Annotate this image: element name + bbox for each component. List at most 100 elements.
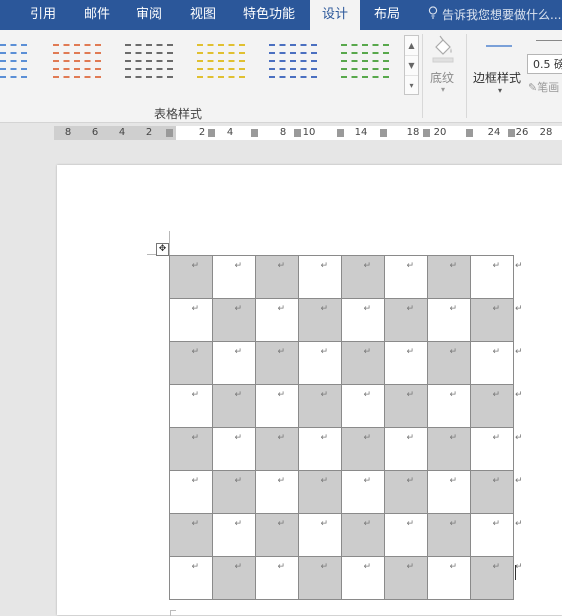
table-cell[interactable]: ↵: [427, 298, 471, 342]
ruler-column-marker[interactable]: [337, 129, 344, 137]
table-cell[interactable]: ↵: [298, 298, 342, 342]
table-cell[interactable]: ↵: [427, 513, 471, 557]
horizontal-ruler[interactable]: 8 6 4 2 2 4 8 10 14 18 20 24 26 28: [54, 126, 562, 140]
table-cell[interactable]: ↵: [427, 470, 471, 514]
table-cell[interactable]: ↵: [212, 298, 256, 342]
paint-bucket-icon[interactable]: [430, 34, 456, 67]
table-cell[interactable]: ↵: [298, 384, 342, 428]
table-style-swatch-2[interactable]: [50, 40, 104, 82]
table-cell[interactable]: ↵: [298, 427, 342, 471]
table-cell[interactable]: ↵: [169, 298, 213, 342]
table-cell[interactable]: ↵: [384, 470, 428, 514]
table-cell[interactable]: ↵: [341, 427, 385, 471]
tab-mailings[interactable]: 邮件: [74, 0, 120, 30]
table-cell[interactable]: ↵: [341, 255, 385, 299]
gallery-more-icon[interactable]: ▾: [405, 76, 418, 95]
gallery-up-icon[interactable]: ▲: [405, 36, 418, 56]
table-cell[interactable]: ↵: [341, 513, 385, 557]
table-cell[interactable]: ↵: [298, 341, 342, 385]
table-cell[interactable]: ↵: [470, 470, 514, 514]
table-cell[interactable]: ↵: [212, 556, 256, 600]
table-cell[interactable]: ↵: [341, 341, 385, 385]
ruler-column-marker[interactable]: [208, 129, 215, 137]
gallery-scroll[interactable]: ▲ ▼ ▾: [404, 35, 419, 95]
table-cell[interactable]: ↵: [255, 341, 299, 385]
tab-review[interactable]: 审阅: [126, 0, 172, 30]
table-cell[interactable]: ↵: [427, 255, 471, 299]
tab-view[interactable]: 视图: [180, 0, 226, 30]
table-cell[interactable]: ↵: [470, 427, 514, 471]
table-cell[interactable]: ↵: [169, 255, 213, 299]
table-cell[interactable]: ↵: [341, 556, 385, 600]
tell-me-search[interactable]: 告诉我您想要做什么...: [428, 0, 561, 30]
table-cell[interactable]: ↵: [384, 341, 428, 385]
table-cell[interactable]: ↵: [384, 384, 428, 428]
table-cell[interactable]: ↵: [255, 255, 299, 299]
table-cell[interactable]: ↵: [384, 255, 428, 299]
document-page[interactable]: ✥ ↵ ↵ ↵ ↵ ↵ ↵ ↵ ↵ ↵ ↵ ↵ ↵ ↵ ↵ ↵ ↵ ↵ ↵ ↵ ↵ ↵ ↵ ↵ ↵ ↵ ↵ ↵ ↵ ↵ ↵ ↵ ↵ ↵ ↵ ↵ ↵ ↵ ↵…: [57, 165, 562, 616]
table-cell[interactable]: ↵: [255, 513, 299, 557]
table-cell[interactable]: ↵: [298, 513, 342, 557]
border-style-button[interactable]: 边框样式: [473, 69, 521, 86]
table-cell[interactable]: ↵: [384, 427, 428, 471]
checkerboard-table[interactable]: ↵ ↵ ↵ ↵ ↵ ↵ ↵ ↵ ↵ ↵ ↵ ↵ ↵ ↵ ↵ ↵ ↵ ↵ ↵ ↵ ↵ ↵ ↵ ↵ ↵ ↵ ↵ ↵ ↵ ↵ ↵ ↵ ↵ ↵ ↵ ↵ ↵ ↵ ↵ ↵…: [169, 255, 514, 600]
table-cell[interactable]: ↵: [298, 470, 342, 514]
table-cell[interactable]: ↵: [169, 384, 213, 428]
table-cell[interactable]: ↵: [384, 298, 428, 342]
table-cell[interactable]: ↵: [298, 255, 342, 299]
line-style-preview[interactable]: [536, 40, 562, 41]
table-cell[interactable]: ↵: [212, 513, 256, 557]
tab-design[interactable]: 设计: [310, 0, 360, 30]
tab-features[interactable]: 特色功能: [236, 0, 302, 30]
table-style-swatch-4[interactable]: [194, 40, 248, 82]
ruler-column-marker[interactable]: [423, 129, 430, 137]
table-cell[interactable]: ↵: [212, 341, 256, 385]
move-handle-icon[interactable]: ✥: [156, 243, 169, 256]
table-cell[interactable]: ↵: [341, 298, 385, 342]
table-cell[interactable]: ↵: [169, 556, 213, 600]
table-cell[interactable]: ↵: [255, 556, 299, 600]
ruler-column-marker[interactable]: [251, 129, 258, 137]
table-cell[interactable]: ↵: [470, 384, 514, 428]
table-cell[interactable]: ↵: [384, 556, 428, 600]
table-cell[interactable]: ↵: [255, 427, 299, 471]
table-cell[interactable]: ↵: [384, 513, 428, 557]
document-canvas[interactable]: ✥ ↵ ↵ ↵ ↵ ↵ ↵ ↵ ↵ ↵ ↵ ↵ ↵ ↵ ↵ ↵ ↵ ↵ ↵ ↵ ↵ ↵ ↵ ↵ ↵ ↵ ↵ ↵ ↵ ↵ ↵ ↵ ↵ ↵ ↵ ↵ ↵ ↵ ↵…: [0, 140, 562, 616]
table-cell[interactable]: ↵: [470, 556, 514, 600]
pen-color-button[interactable]: ✎笔画: [528, 79, 559, 95]
shading-dropdown-icon[interactable]: ▾: [441, 85, 445, 94]
table-style-swatch-5[interactable]: [266, 40, 320, 82]
table-cell[interactable]: ↵: [470, 255, 514, 299]
gallery-down-icon[interactable]: ▼: [405, 56, 418, 76]
table-cell[interactable]: ↵: [427, 341, 471, 385]
table-cell[interactable]: ↵: [169, 341, 213, 385]
pen-weight-select[interactable]: 0.5 磅: [527, 54, 562, 74]
table-cell[interactable]: ↵: [470, 298, 514, 342]
table-cell[interactable]: ↵: [255, 298, 299, 342]
table-style-swatch-1[interactable]: [0, 40, 30, 82]
table-cell[interactable]: ↵: [341, 470, 385, 514]
table-cell[interactable]: ↵: [212, 470, 256, 514]
table-cell[interactable]: ↵: [298, 556, 342, 600]
shading-button-label[interactable]: 底纹: [430, 69, 454, 86]
table-cell[interactable]: ↵: [470, 513, 514, 557]
table-cell[interactable]: ↵: [212, 427, 256, 471]
table-cell[interactable]: ↵: [341, 384, 385, 428]
ruler-column-marker[interactable]: [380, 129, 387, 137]
tab-references[interactable]: 引用: [20, 0, 66, 30]
table-cell[interactable]: ↵: [255, 384, 299, 428]
tab-layout[interactable]: 布局: [366, 0, 408, 30]
table-cell[interactable]: ↵: [169, 470, 213, 514]
table-cell[interactable]: ↵: [212, 255, 256, 299]
table-style-swatch-6[interactable]: [338, 40, 392, 82]
table-cell[interactable]: ↵: [212, 384, 256, 428]
table-cell[interactable]: ↵: [169, 427, 213, 471]
table-cell[interactable]: ↵: [427, 427, 471, 471]
table-cell[interactable]: ↵: [255, 470, 299, 514]
ruler-column-marker[interactable]: [466, 129, 473, 137]
table-cell[interactable]: ↵: [427, 384, 471, 428]
table-cell[interactable]: ↵: [169, 513, 213, 557]
table-cell[interactable]: ↵: [427, 556, 471, 600]
border-style-dropdown-icon[interactable]: ▾: [498, 86, 502, 95]
ruler-column-marker[interactable]: [166, 129, 173, 137]
